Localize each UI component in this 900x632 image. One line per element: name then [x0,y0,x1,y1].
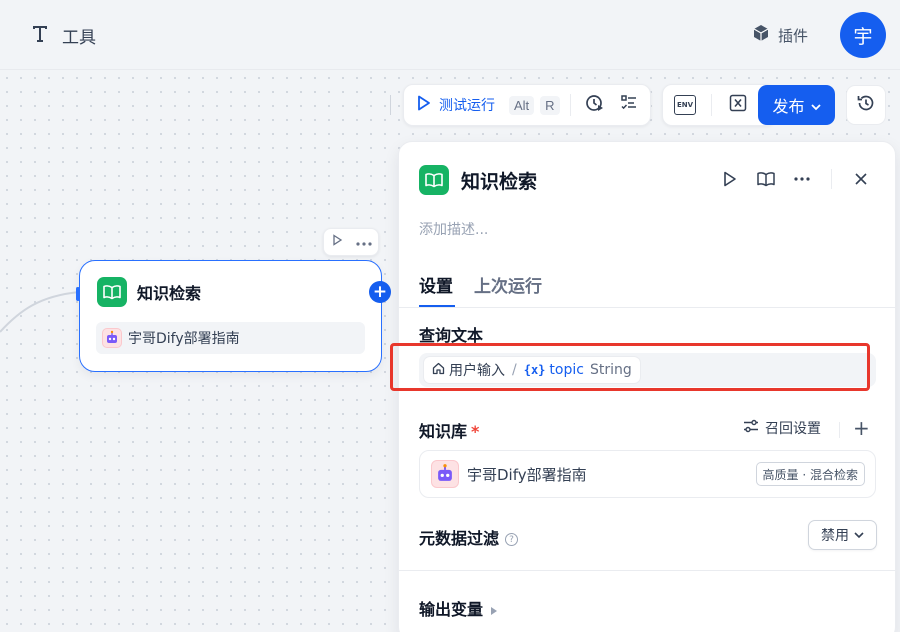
chevron-down-icon [854,527,864,543]
node-run-icon[interactable] [331,234,343,250]
knowledge-base-item[interactable]: 宇哥Dify部署指南 高质量 · 混合检索 [419,450,876,498]
node-add-button[interactable]: + [369,281,391,303]
toolbar-divider [390,95,391,115]
section-divider [399,570,897,571]
plugins-label: 插件 [778,26,809,45]
variables-button[interactable] [724,91,752,119]
active-tab-indicator [419,305,455,307]
book-icon [419,165,449,195]
tab-settings[interactable]: 设置 [419,272,453,297]
chevron-down-icon [810,96,821,115]
docs-book-icon[interactable] [755,168,777,190]
retrieval-mode-badge: 高质量 · 混合检索 [755,462,865,486]
help-icon[interactable]: ? [505,533,519,546]
panel-header: 知识检索 [419,165,537,195]
top-bar: 工具 插件 宇 [0,0,900,70]
tools-button[interactable]: 工具 [30,22,96,48]
book-icon [97,277,127,307]
env-button[interactable]: ENV [671,91,699,119]
knowledge-base-name: 宇哥Dify部署指南 [467,465,587,484]
toolbar-separator [711,94,712,116]
node-title: 知识检索 [137,284,202,303]
metadata-filter-label-text: 元数据过滤 [419,529,500,548]
version-history-button[interactable] [846,85,886,125]
settings-sliders-icon [743,419,759,437]
output-variables-toggle[interactable]: 输出变量 [419,596,498,620]
metadata-filter-label: 元数据过滤? [419,525,519,549]
tab-last-run[interactable]: 上次运行 [474,272,542,297]
run-toolbar: 测试运行 Alt R [403,84,651,126]
test-run-label: 测试运行 [439,98,495,114]
variable-x-icon [729,94,747,116]
highlight-box [390,343,870,391]
panel-actions [719,168,872,190]
output-variables-label: 输出变量 [419,600,484,619]
close-icon[interactable] [850,168,872,190]
run-history-button[interactable] [581,91,609,119]
node-edge [0,291,80,333]
tools-icon [30,23,50,48]
avatar-initial: 宇 [853,25,873,48]
checklist-button[interactable] [615,91,643,119]
recall-settings-label: 召回设置 [765,421,821,437]
env-icon: ENV [674,95,696,115]
plugins-button[interactable]: 插件 [752,22,808,48]
toolbar-separator [569,94,571,116]
node-input-handle[interactable] [76,287,80,301]
knowledge-retrieval-node[interactable]: + 知识检索 宇哥Dify部署指南 [76,260,391,372]
node-actions-bar [323,228,379,256]
node-knowledge-item: 宇哥Dify部署指南 [96,322,365,354]
user-avatar[interactable]: 宇 [840,12,886,58]
shortcut-r: R [540,95,560,115]
node-knowledge-name: 宇哥Dify部署指南 [128,331,240,347]
metadata-filter-value: 禁用 [821,528,849,544]
caret-right-icon [491,606,498,615]
robot-icon [102,328,122,348]
history-icon [856,93,876,117]
publish-button[interactable]: 发布 [758,85,835,125]
required-mark: * [471,422,480,441]
panel-actions-separator [831,169,832,189]
knowledge-base-label: 知识库 * [419,418,479,442]
tools-label: 工具 [62,27,96,48]
node-header: 知识检索 [97,277,201,307]
add-knowledge-button[interactable]: + [853,418,870,438]
recall-settings-button[interactable]: 召回设置 [743,418,821,438]
play-icon [417,95,431,115]
test-run-button[interactable]: 测试运行 Alt R [417,95,560,115]
publish-label: 发布 [772,97,805,116]
clock-play-icon [585,93,605,117]
more-icon[interactable] [791,168,813,190]
panel-tabs: 设置 上次运行 [399,266,897,308]
description-input[interactable]: 添加描述... [419,219,488,239]
run-node-button[interactable] [719,168,741,190]
shortcut-alt: Alt [509,95,535,115]
checklist-icon [620,94,638,116]
node-settings-panel: 知识检索 添加描述... 设置 上次运行 查询文本 用户输入 / {x} top… [390,141,897,632]
cube-icon [752,24,770,47]
knowledge-base-label-text: 知识库 [419,422,468,441]
knowledge-actions-separator [839,422,840,438]
metadata-filter-select[interactable]: 禁用 [808,520,877,550]
robot-icon [431,460,459,488]
panel-title: 知识检索 [461,170,538,193]
node-more-icon[interactable] [355,235,372,250]
